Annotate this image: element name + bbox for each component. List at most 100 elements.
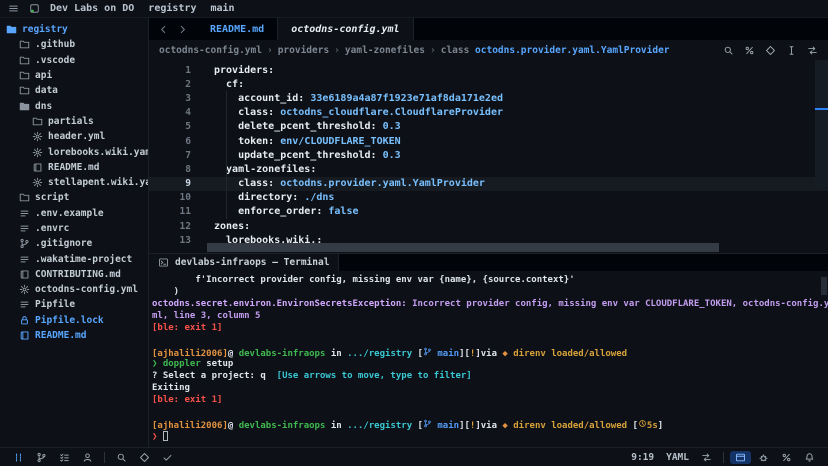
file-item[interactable]: octodns-config.yml [0, 282, 148, 297]
file-label: Pipfile.lock [35, 315, 104, 326]
file-item[interactable]: .envrc [0, 221, 148, 236]
file-explorer: registry .github.vscodeapi data dns partials… [0, 18, 149, 447]
live-share[interactable] [776, 451, 797, 464]
terminal-tab[interactable]: devlabs-infraops — Terminal [149, 254, 339, 271]
tab-focus-mode[interactable] [696, 451, 717, 464]
debug[interactable] [753, 451, 774, 464]
percent-icon [781, 452, 792, 463]
file-item[interactable]: header.yml [0, 129, 148, 144]
statusbar-separator [104, 452, 105, 463]
search[interactable] [111, 451, 132, 464]
file-label: registry [22, 24, 68, 35]
file-item[interactable]: lorebooks.wiki.yaml [0, 144, 148, 159]
check-icon [162, 452, 173, 463]
file-item[interactable]: Pipfile [0, 297, 148, 312]
breadcrumb-separator: › [267, 45, 273, 56]
language-mode[interactable]: YAML [661, 451, 694, 464]
terminal[interactable]: f'Incorrect provider config, missing env… [149, 271, 828, 447]
breadcrumb-item[interactable]: yaml-zonefiles [345, 45, 425, 56]
accounts-icon [82, 452, 93, 463]
file-item[interactable]: registry [0, 22, 148, 37]
file-label: README.md [48, 162, 99, 173]
file-label: .wakatime-project [35, 254, 132, 265]
window-icon [735, 452, 746, 463]
terminal-line: [ajhalili2006]@ devlabs-infraops in .../… [152, 347, 828, 359]
file-item[interactable]: .wakatime-project [0, 251, 148, 266]
file-item[interactable]: CONTRIBUTING.md [0, 267, 148, 282]
ports[interactable] [730, 451, 751, 464]
breadcrumb-item[interactable]: class octodns.provider.yaml.YamlProvider [441, 45, 670, 56]
arrow-left-icon[interactable] [158, 24, 169, 35]
file-item[interactable]: dns [0, 98, 148, 113]
tab-readme-md[interactable]: README.md [197, 18, 278, 40]
terminal-scrollbar[interactable] [821, 277, 827, 295]
editor[interactable]: 1providers:2 cf:3 account_id: 33e6189a4a… [149, 60, 828, 253]
horizontal-scrollbar[interactable] [207, 243, 719, 252]
line-number: 5 [149, 121, 191, 132]
folder-icon [19, 85, 30, 96]
terminal-line: [ble: exit 1] [152, 395, 828, 407]
panel-tab-bar: devlabs-infraops — Terminal [149, 253, 828, 271]
scroll-cursor-marker [815, 108, 828, 110]
file-item[interactable]: stellapent.wiki.yaml [0, 175, 148, 190]
file-label: data [35, 85, 58, 96]
file-item[interactable]: script [0, 190, 148, 205]
file-label: stellapent.wiki.yaml [48, 177, 149, 188]
file-item[interactable]: data [0, 83, 148, 98]
checks[interactable] [157, 451, 178, 464]
layout-icon[interactable] [807, 45, 818, 56]
file-label: lorebooks.wiki.yaml [48, 147, 149, 158]
code-line: 6 token: env/CLOUDFLARE_TOKEN [149, 134, 828, 148]
file-item[interactable]: .gitignore [0, 236, 148, 251]
line-number: 3 [149, 93, 191, 104]
cursor-position[interactable]: 9:19 [626, 451, 659, 464]
hamburger-menu-icon[interactable] [8, 3, 19, 14]
file-label: .envrc [35, 223, 69, 234]
breadcrumb-item[interactable]: providers [278, 45, 329, 56]
git-branch-icon [36, 452, 47, 463]
folder-open-icon [19, 101, 30, 112]
file-item[interactable]: README.md [0, 160, 148, 175]
folder-open-icon [6, 24, 17, 35]
run-icon[interactable] [765, 45, 776, 56]
file-item[interactable]: README.md [0, 328, 148, 343]
lines-icon [19, 254, 30, 265]
line-number: 6 [149, 136, 191, 147]
bug-icon [758, 452, 769, 463]
terminal-line: f'Incorrect provider config, missing env… [152, 275, 828, 287]
line-number: 1 [149, 65, 191, 76]
breadcrumb: octodns-config.yml›providers›yaml-zonefi… [149, 41, 828, 60]
terminal-line: Exiting [152, 383, 828, 395]
tab-octodns-config-yml[interactable]: octodns-config.yml [278, 18, 413, 40]
accounts[interactable] [77, 451, 98, 464]
terminal-line: octodns.secret.environ.EnvironSecretsExc… [152, 299, 828, 311]
find-icon[interactable] [723, 45, 734, 56]
lines-icon [19, 299, 30, 310]
remote-logo-icon [29, 3, 40, 14]
remote-indicator[interactable] [8, 451, 29, 464]
bell-icon [804, 452, 815, 463]
terminal-cursor [163, 431, 168, 441]
breadcrumb-item[interactable]: octodns-config.yml [159, 45, 262, 56]
vertical-scrollbar[interactable] [815, 60, 828, 188]
notifications[interactable] [799, 451, 820, 464]
selection-icon[interactable] [786, 45, 797, 56]
file-item[interactable]: .github [0, 37, 148, 52]
file-item[interactable]: .vscode [0, 53, 148, 68]
file-item[interactable]: .env.example [0, 206, 148, 221]
gear-icon [32, 147, 43, 158]
changes-icon[interactable] [744, 45, 755, 56]
code-line: 12zones: [149, 219, 828, 233]
file-item[interactable]: partials [0, 114, 148, 129]
file-item[interactable]: api [0, 68, 148, 83]
source-control[interactable] [31, 451, 52, 464]
arrow-right-icon[interactable] [177, 24, 188, 35]
extensions-status[interactable] [134, 451, 155, 464]
file-label: dns [35, 101, 52, 112]
git-branch-icon [423, 419, 432, 428]
tasks[interactable] [54, 451, 75, 464]
editor-tab-bar: README.mdoctodns-config.yml [149, 18, 828, 41]
file-label: .gitignore [35, 238, 92, 249]
line-number: 12 [149, 221, 191, 232]
file-item[interactable]: Pipfile.lock [0, 313, 148, 328]
